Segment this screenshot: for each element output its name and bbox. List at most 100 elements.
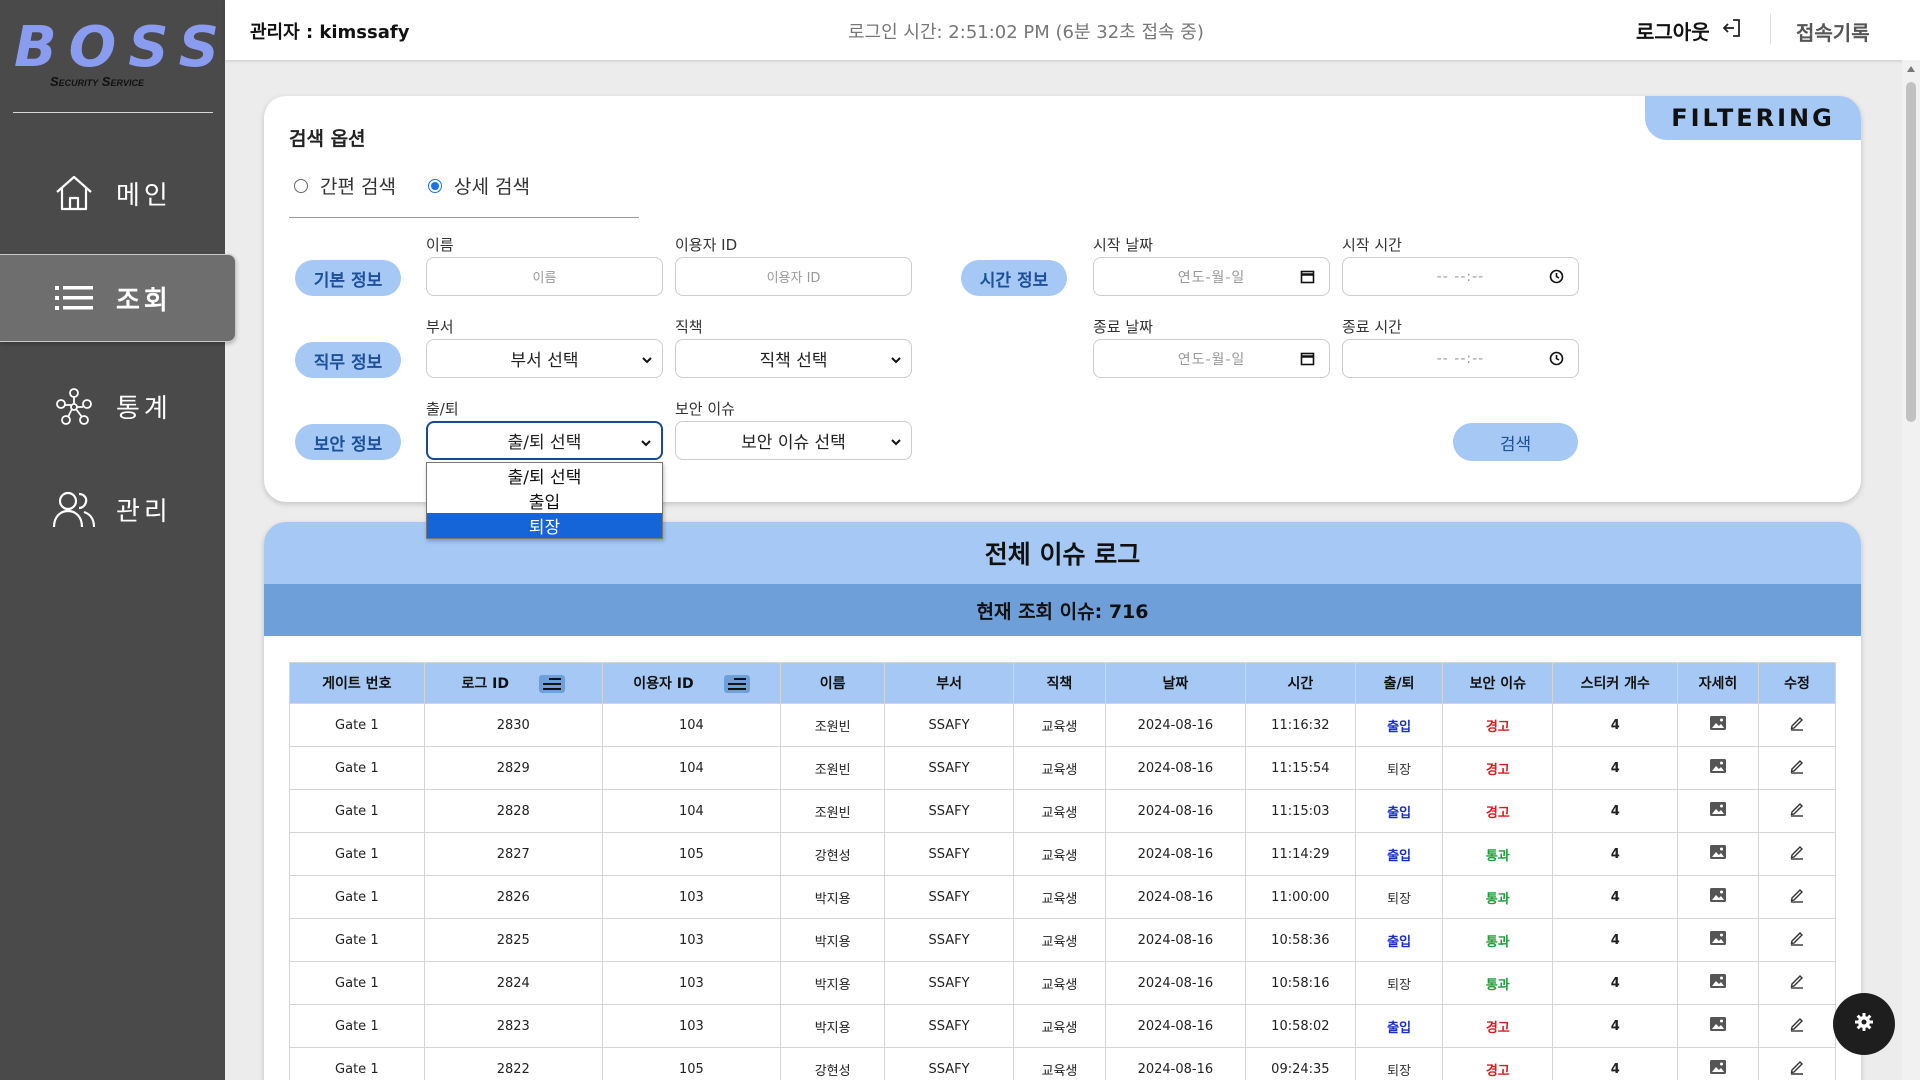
end-date-placeholder: 연도-월-일 [1177, 351, 1246, 368]
sidebar-item-main[interactable]: 메인 [0, 149, 225, 237]
cell-user-id: 104 [601, 703, 782, 747]
logout-button[interactable]: 로그아웃 [1636, 16, 1742, 45]
col-header-label: 스티커 개수 [1580, 676, 1650, 692]
dept-select[interactable]: 부서 선택 [426, 339, 663, 378]
col-header: 날짜 [1105, 662, 1246, 704]
cell-position: 교육생 [1012, 961, 1107, 1005]
cell-date: 2024-08-16 [1105, 961, 1246, 1005]
cell-gate: Gate 1 [289, 961, 425, 1005]
radio-simple-label[interactable]: 간편 검색 [320, 172, 396, 199]
settings-button[interactable] [1833, 993, 1895, 1055]
scroll-up-arrow[interactable] [1907, 66, 1915, 72]
gear-icon [1854, 1012, 1874, 1036]
image-icon[interactable] [1709, 1060, 1727, 1079]
col-header-label: 부서 [936, 676, 962, 692]
end-time-input[interactable]: -- --:-- [1342, 339, 1579, 378]
brand-logo[interactable]: BOSS Security Service [14, 18, 219, 96]
dropdown-option[interactable]: 출/퇴 선택 [427, 463, 662, 488]
issue-select[interactable]: 보안 이슈 선택 [675, 421, 912, 460]
cell-stickers: 4 [1552, 875, 1678, 919]
inout-select[interactable]: 출/퇴 선택 [426, 421, 663, 460]
cell-log-id: 2830 [423, 703, 603, 747]
cell-name: 박지용 [780, 1004, 886, 1048]
edit-icon[interactable] [1789, 717, 1805, 735]
dept-select-value: 부서 선택 [510, 351, 579, 371]
scroll-thumb[interactable] [1906, 82, 1916, 422]
radio-detail-label[interactable]: 상세 검색 [454, 172, 530, 199]
dropdown-option[interactable]: 출입 [427, 488, 662, 513]
sidebar-item-manage[interactable]: 관리 [0, 465, 225, 553]
image-icon[interactable] [1709, 845, 1727, 864]
calendar-icon[interactable] [1300, 269, 1315, 288]
cell-stickers: 4 [1552, 703, 1678, 747]
cell-dept: SSAFY [884, 832, 1014, 876]
cell-gate: Gate 1 [289, 1047, 425, 1080]
calendar-icon[interactable] [1300, 351, 1315, 370]
image-icon[interactable] [1709, 1017, 1727, 1036]
cell-detail [1676, 1047, 1759, 1080]
edit-icon[interactable] [1789, 760, 1805, 778]
sort-icon[interactable] [723, 675, 750, 693]
position-select[interactable]: 직책 선택 [675, 339, 912, 378]
clock-icon[interactable] [1549, 269, 1564, 288]
edit-icon[interactable] [1789, 889, 1805, 907]
cell-position: 교육생 [1012, 1047, 1107, 1080]
chevron-down-icon [889, 352, 903, 372]
edit-icon[interactable] [1789, 975, 1805, 993]
cell-gate: Gate 1 [289, 746, 425, 790]
cell-date: 2024-08-16 [1105, 875, 1246, 919]
edit-icon[interactable] [1789, 1018, 1805, 1036]
cell-issue: 통과 [1442, 961, 1554, 1005]
col-header-label: 보안 이슈 [1469, 676, 1526, 692]
sidebar-item-search[interactable]: 조회 [0, 254, 236, 342]
radio-detail-search[interactable] [427, 178, 442, 193]
cell-stickers: 4 [1552, 1004, 1678, 1048]
sidebar: BOSS Security Service 메인 조회 통계 관리 [0, 0, 236, 1080]
image-icon[interactable] [1709, 716, 1727, 735]
cell-position: 교육생 [1012, 703, 1107, 747]
edit-icon[interactable] [1789, 846, 1805, 864]
image-icon[interactable] [1709, 888, 1727, 907]
start-time-input[interactable]: -- --:-- [1342, 257, 1579, 296]
cell-detail [1676, 875, 1759, 919]
cell-detail [1676, 918, 1759, 962]
filtering-tag: FILTERING [1645, 96, 1861, 140]
cell-dept: SSAFY [884, 789, 1014, 833]
sidebar-item-stats[interactable]: 통계 [0, 362, 225, 450]
cell-log-id: 2823 [423, 1004, 603, 1048]
cell-log-id: 2827 [423, 832, 603, 876]
chevron-down-icon [640, 352, 654, 372]
user-id-input[interactable]: 이용자 ID [675, 257, 912, 296]
dropdown-option-highlighted[interactable]: 퇴장 [427, 513, 662, 538]
edit-icon[interactable] [1789, 803, 1805, 821]
search-button[interactable]: 검색 [1453, 423, 1578, 461]
cell-position: 교육생 [1012, 746, 1107, 790]
col-header-label: 날짜 [1162, 676, 1189, 692]
cell-dept: SSAFY [884, 746, 1014, 790]
image-icon[interactable] [1709, 974, 1727, 993]
image-icon[interactable] [1709, 931, 1727, 950]
table-row: Gate 1 2828 104 조원빈 SSAFY 교육생 2024-08-16 11:15:… [289, 789, 1837, 833]
name-label: 이름 [426, 236, 454, 254]
image-icon[interactable] [1709, 802, 1727, 821]
image-icon[interactable] [1709, 759, 1727, 778]
cell-stickers: 4 [1552, 789, 1678, 833]
cell-gate: Gate 1 [289, 918, 425, 962]
cell-issue: 통과 [1442, 875, 1554, 919]
edit-icon[interactable] [1789, 1061, 1805, 1079]
radio-simple-search[interactable] [294, 178, 308, 193]
clock-icon[interactable] [1549, 351, 1564, 370]
admin-name: 관리자 : kimssafy [250, 22, 410, 43]
edit-icon[interactable] [1789, 932, 1805, 950]
cell-edit [1757, 746, 1837, 790]
cell-edit [1757, 789, 1837, 833]
page-scrollbar[interactable] [1902, 60, 1920, 1080]
start-date-placeholder: 연도-월-일 [1177, 269, 1246, 286]
access-history-link[interactable]: 접속기록 [1796, 17, 1870, 46]
end-date-input[interactable]: 연도-월-일 [1093, 339, 1330, 378]
sort-icon[interactable] [538, 675, 565, 693]
cell-time: 11:16:32 [1244, 703, 1357, 747]
name-input[interactable]: 이름 [426, 257, 663, 296]
start-date-input[interactable]: 연도-월-일 [1093, 257, 1330, 296]
search-options-title: 검색 옵션 [289, 128, 366, 150]
